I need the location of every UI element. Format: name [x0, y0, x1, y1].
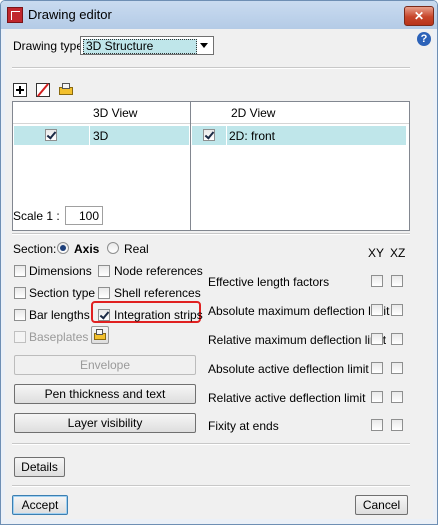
close-button[interactable]: ✕ — [404, 6, 434, 26]
app-icon — [7, 7, 23, 23]
column-header-2d-label: 2D View — [231, 106, 276, 120]
section-label: Section: — [13, 242, 57, 256]
scale-input[interactable]: 100 — [65, 206, 103, 225]
cancel-button[interactable]: Cancel — [355, 495, 408, 515]
shell-references-label: Shell references — [114, 286, 201, 300]
delete-icon[interactable] — [36, 83, 50, 97]
xy-column-label: XY — [368, 246, 385, 260]
pen-thickness-button[interactable]: Pen thickness and text — [14, 384, 196, 404]
column-header-3d-label: 3D View — [93, 106, 138, 120]
separator — [12, 485, 410, 487]
dimensions-label: Dimensions — [29, 264, 92, 278]
list-item-2d[interactable]: 2D: front — [192, 126, 406, 145]
integration-strips-label: Integration strips — [114, 308, 203, 322]
baseplates-checkbox[interactable] — [14, 331, 26, 343]
node-references-label: Node references — [114, 264, 203, 278]
bar-lengths-checkbox[interactable] — [14, 309, 26, 321]
rel-active-deflection-xz-checkbox[interactable] — [391, 391, 403, 403]
chevron-down-icon — [200, 43, 208, 48]
drawing-type-value: 3D Structure — [86, 39, 154, 53]
fixity-xy-checkbox[interactable] — [371, 419, 383, 431]
scale-value: 100 — [78, 209, 99, 223]
separator — [12, 443, 410, 445]
section-type-label: Section type — [29, 286, 96, 300]
effective-length-xy-checkbox[interactable] — [371, 275, 383, 287]
drawing-type-label: Drawing type — [13, 39, 84, 53]
node-references-checkbox[interactable] — [98, 265, 110, 277]
view-2d-checkbox[interactable] — [203, 129, 215, 141]
shell-references-checkbox[interactable] — [98, 287, 110, 299]
view-2d-label: 2D: front — [229, 129, 276, 143]
fixity-xz-checkbox[interactable] — [391, 419, 403, 431]
scale-label: Scale 1 : — [13, 209, 60, 223]
rel-max-deflection-label: Relative maximum deflection limit — [208, 333, 387, 347]
abs-active-deflection-label: Absolute active deflection limit — [208, 362, 369, 376]
abs-active-deflection-xz-checkbox[interactable] — [391, 362, 403, 374]
accept-button[interactable]: Accept — [12, 495, 68, 515]
envelope-button[interactable]: Envelope — [14, 355, 196, 375]
section-type-checkbox[interactable] — [14, 287, 26, 299]
section-real-radio[interactable] — [107, 242, 119, 254]
effective-length-xz-checkbox[interactable] — [391, 275, 403, 287]
abs-max-deflection-xz-checkbox[interactable] — [391, 304, 403, 316]
list-item-3d[interactable]: 3D — [14, 126, 189, 145]
section-axis-label: Axis — [74, 242, 100, 256]
rel-max-deflection-xz-checkbox[interactable] — [391, 333, 403, 345]
column-header-3d[interactable]: 3D View — [13, 102, 190, 124]
effective-length-factors-label: Effective length factors — [208, 275, 330, 289]
abs-max-deflection-xy-checkbox[interactable] — [371, 304, 383, 316]
dialog-body: Drawing type 3D Structure ? 3D View 2D V… — [5, 29, 433, 519]
view-3d-checkbox[interactable] — [45, 129, 57, 141]
rel-active-deflection-label: Relative active deflection limit — [208, 391, 366, 405]
bar-lengths-label: Bar lengths — [29, 308, 90, 322]
integration-strips-checkbox[interactable] — [98, 309, 110, 321]
column-header-2d[interactable]: 2D View — [191, 102, 409, 124]
help-icon[interactable]: ? — [417, 32, 431, 46]
dimensions-checkbox[interactable] — [14, 265, 26, 277]
view-3d-label: 3D — [93, 129, 109, 143]
abs-active-deflection-xy-checkbox[interactable] — [371, 362, 383, 374]
drawing-type-select[interactable]: 3D Structure — [80, 36, 214, 55]
separator — [12, 233, 410, 235]
add-icon[interactable] — [13, 83, 27, 97]
fixity-at-ends-label: Fixity at ends — [208, 419, 279, 433]
rel-max-deflection-xy-checkbox[interactable] — [371, 333, 383, 345]
drawing-editor-window: Drawing editor ✕ Drawing type 3D Structu… — [0, 0, 438, 525]
section-axis-radio[interactable] — [57, 242, 69, 254]
title-bar: Drawing editor ✕ — [1, 1, 437, 29]
edit-icon[interactable] — [59, 83, 73, 97]
separator — [12, 67, 410, 69]
window-title: Drawing editor — [28, 7, 112, 22]
xz-column-label: XZ — [390, 246, 406, 260]
abs-max-deflection-label: Absolute maximum deflection limit — [208, 304, 390, 318]
rel-active-deflection-xy-checkbox[interactable] — [371, 391, 383, 403]
baseplates-edit-button[interactable] — [91, 326, 109, 344]
details-button[interactable]: Details — [14, 457, 65, 477]
section-real-label: Real — [124, 242, 149, 256]
layer-visibility-button[interactable]: Layer visibility — [14, 413, 196, 433]
baseplates-label: Baseplates — [29, 330, 89, 344]
